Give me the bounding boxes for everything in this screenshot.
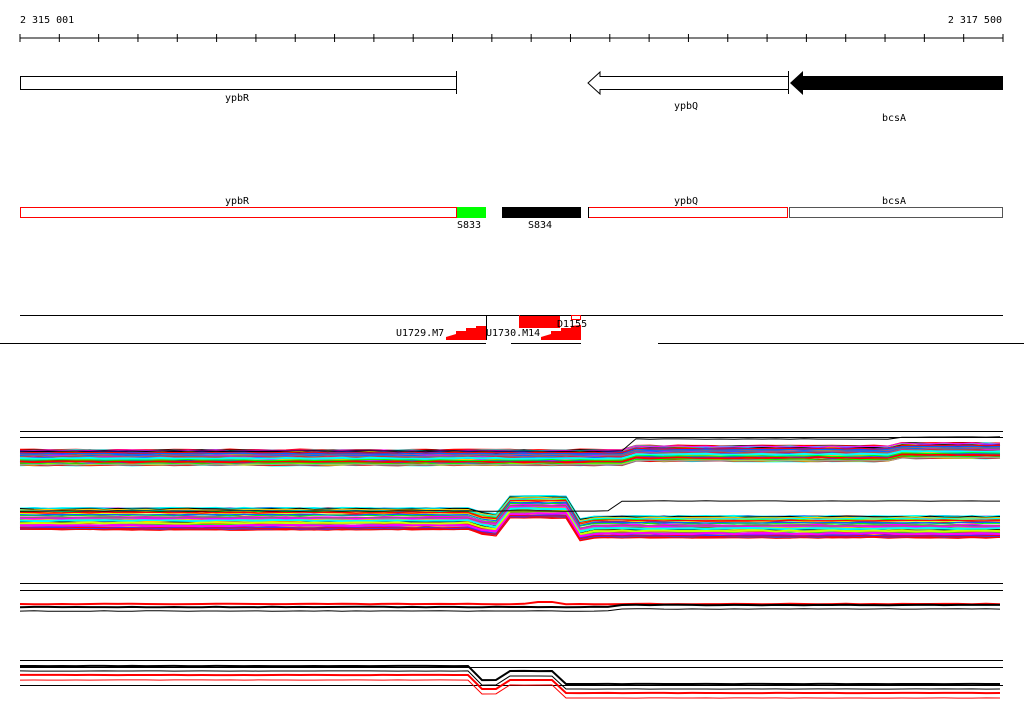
segment-S834[interactable]: S834 — [502, 207, 581, 231]
feature-track: U1729.M7 U1730.M14 D1155 — [0, 315, 1024, 344]
trace-line — [19, 600, 1001, 606]
segment-label: ypbR — [225, 196, 250, 207]
feature-label: U1730.M14 — [486, 328, 540, 339]
ruler-end-label: 2 317 500 — [948, 15, 1002, 26]
coordinate-ruler: 2 315 001 2 317 500 — [19, 15, 1004, 42]
ruler-start-label: 2 315 001 — [20, 15, 74, 26]
feature-D1155[interactable]: D1155 — [519, 315, 587, 330]
gene-label: bcsA — [882, 113, 906, 124]
trace-line — [19, 608, 1001, 612]
coverage-traces — [19, 431, 1003, 699]
gene-ypbQ[interactable]: ypbQ — [587, 70, 789, 112]
gene-label: ypbR — [225, 93, 250, 104]
segment-label: S833 — [457, 220, 481, 231]
gene-label: ypbQ — [674, 101, 698, 112]
gene-bcsA[interactable]: bcsA — [790, 71, 1003, 124]
segment-track: ypbR S833 S834 ypbQ bcsA — [20, 196, 1003, 231]
feature-label: U1729.M7 — [396, 328, 444, 339]
feature-U1729-M7[interactable]: U1729.M7 — [396, 326, 486, 340]
segment-label: bcsA — [882, 196, 906, 207]
segment-label: S834 — [528, 220, 552, 231]
segment-S833[interactable]: S833 — [457, 207, 486, 231]
feature-label: D1155 — [557, 319, 587, 330]
segment-label: ypbQ — [674, 196, 698, 207]
segment-ypbR[interactable]: ypbR — [20, 196, 457, 218]
gene-ypbR[interactable]: ypbR — [20, 71, 457, 104]
gene-track: ypbR ypbQ bcsA — [20, 70, 1003, 124]
genome-browser-canvas: 2 315 001 2 317 500 ypbR ypbQ bcsA ypbR … — [0, 15, 1024, 699]
segment-bcsA[interactable]: bcsA — [789, 196, 1003, 218]
segment-ypbQ[interactable]: ypbQ — [588, 196, 788, 218]
